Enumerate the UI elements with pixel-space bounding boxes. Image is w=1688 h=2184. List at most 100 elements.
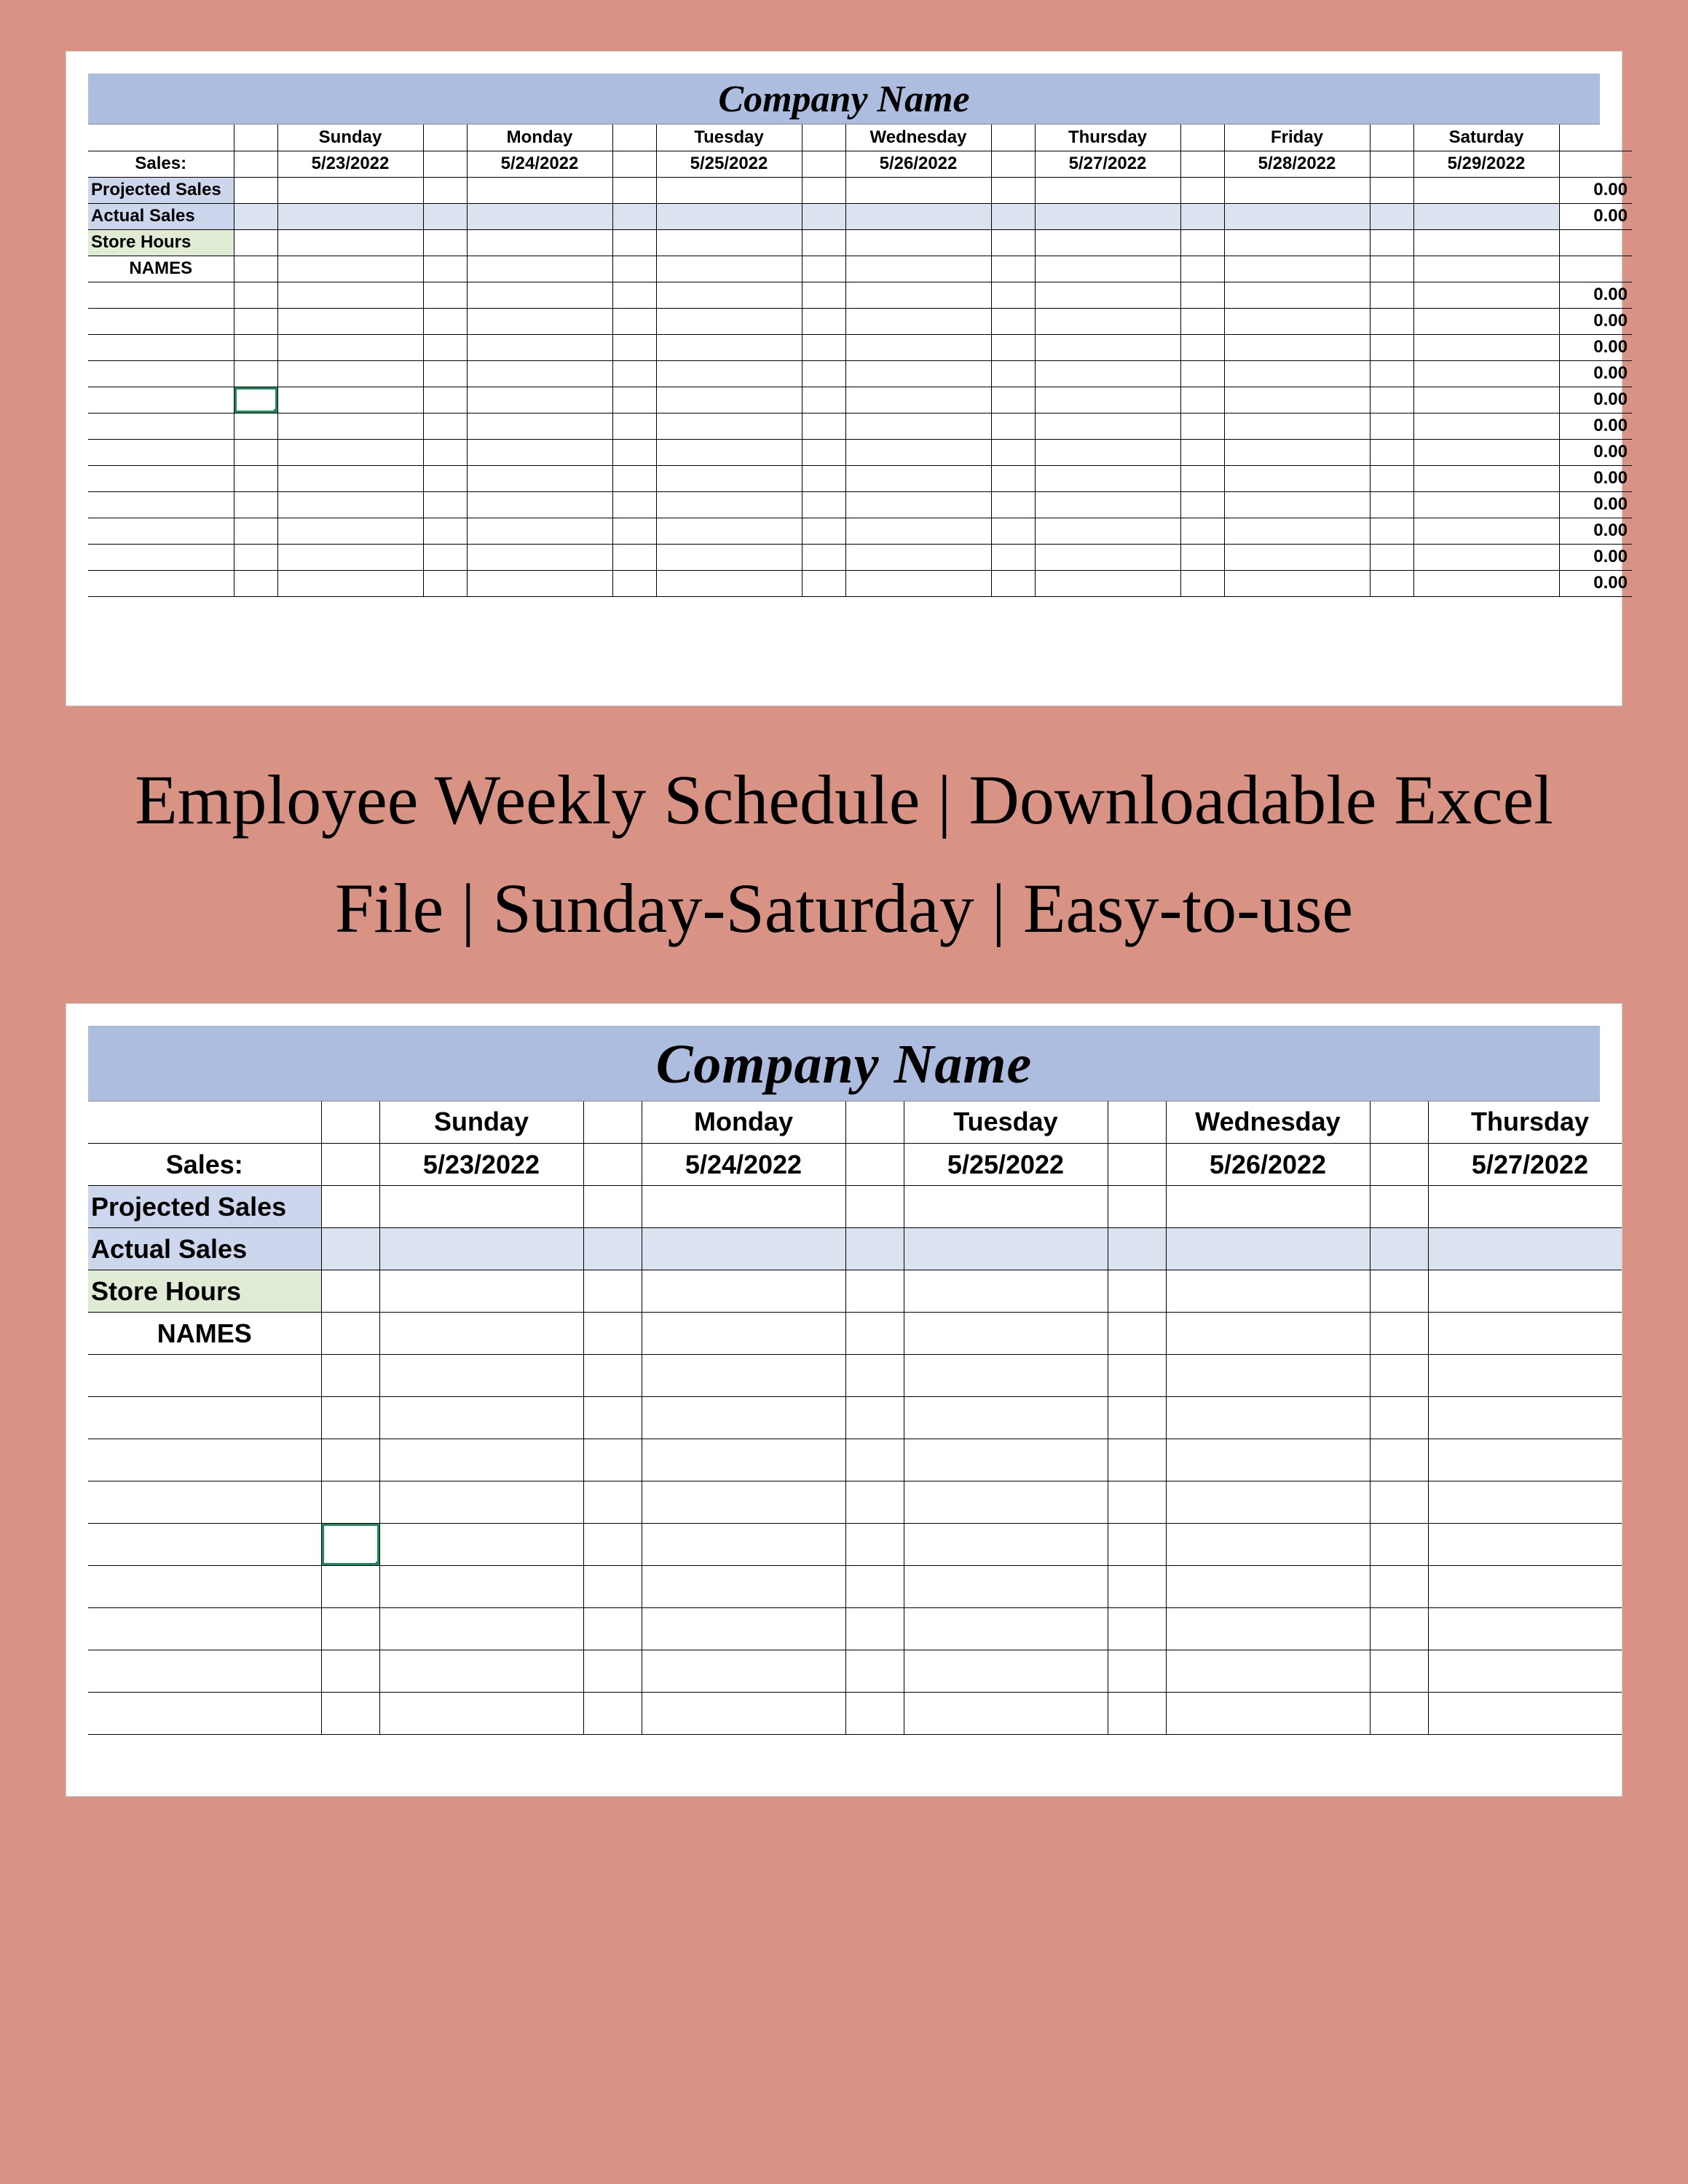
cell[interactable]	[423, 282, 467, 308]
cell[interactable]	[277, 518, 423, 544]
cell[interactable]	[1370, 518, 1413, 544]
cell[interactable]	[991, 413, 1035, 439]
cell[interactable]	[1224, 544, 1370, 570]
cell[interactable]	[612, 518, 656, 544]
cell[interactable]	[1108, 1186, 1166, 1228]
cell[interactable]	[277, 570, 423, 596]
cell[interactable]	[379, 1186, 583, 1228]
cell[interactable]	[1370, 1608, 1428, 1650]
cell[interactable]	[1035, 308, 1180, 334]
cell[interactable]	[467, 256, 612, 282]
cell[interactable]	[1428, 1397, 1622, 1439]
cell[interactable]	[845, 413, 991, 439]
cell[interactable]	[379, 1566, 583, 1608]
cell[interactable]	[1413, 177, 1559, 203]
cell[interactable]	[234, 439, 277, 465]
cell[interactable]	[1224, 256, 1370, 282]
name-cell[interactable]	[88, 1693, 321, 1735]
cell[interactable]	[1370, 1481, 1428, 1524]
cell[interactable]	[845, 544, 991, 570]
cell[interactable]	[612, 544, 656, 570]
cell[interactable]	[423, 439, 467, 465]
cell[interactable]	[234, 518, 277, 544]
cell[interactable]	[1370, 229, 1413, 256]
cell[interactable]	[234, 256, 277, 282]
cell[interactable]	[845, 1608, 904, 1650]
name-cell[interactable]	[88, 544, 234, 570]
cell[interactable]	[423, 465, 467, 491]
cell[interactable]	[1370, 1313, 1428, 1355]
cell[interactable]	[845, 334, 991, 360]
cell[interactable]	[656, 282, 802, 308]
cell[interactable]	[467, 491, 612, 518]
cell[interactable]	[1224, 491, 1370, 518]
cell[interactable]	[321, 1608, 379, 1650]
cell[interactable]	[904, 1228, 1108, 1270]
cell[interactable]	[1413, 544, 1559, 570]
cell[interactable]	[802, 518, 845, 544]
cell[interactable]	[423, 229, 467, 256]
cell[interactable]	[277, 465, 423, 491]
cell[interactable]	[467, 413, 612, 439]
cell[interactable]	[1035, 491, 1180, 518]
cell[interactable]	[277, 256, 423, 282]
cell[interactable]	[642, 1608, 845, 1650]
cell[interactable]	[991, 360, 1035, 387]
cell[interactable]	[1180, 308, 1224, 334]
cell[interactable]	[1166, 1186, 1370, 1228]
cell[interactable]	[612, 229, 656, 256]
cell[interactable]	[321, 1228, 379, 1270]
cell[interactable]	[583, 1313, 642, 1355]
cell[interactable]	[1035, 439, 1180, 465]
cell[interactable]	[1180, 518, 1224, 544]
cell[interactable]	[277, 282, 423, 308]
cell[interactable]	[802, 387, 845, 413]
cell[interactable]	[991, 387, 1035, 413]
cell[interactable]	[1370, 1270, 1428, 1313]
cell[interactable]	[845, 1566, 904, 1608]
name-cell[interactable]	[88, 518, 234, 544]
cell[interactable]	[656, 518, 802, 544]
cell[interactable]	[321, 1481, 379, 1524]
cell[interactable]	[1413, 334, 1559, 360]
cell[interactable]	[656, 177, 802, 203]
name-cell[interactable]	[88, 387, 234, 413]
cell[interactable]	[1180, 282, 1224, 308]
cell[interactable]	[467, 203, 612, 229]
cell[interactable]	[802, 413, 845, 439]
cell[interactable]	[583, 1270, 642, 1313]
cell[interactable]	[379, 1524, 583, 1566]
cell[interactable]	[1166, 1313, 1370, 1355]
cell[interactable]	[467, 439, 612, 465]
cell[interactable]	[1428, 1693, 1622, 1735]
cell[interactable]	[991, 439, 1035, 465]
cell[interactable]	[656, 570, 802, 596]
cell[interactable]	[1428, 1270, 1622, 1313]
cell[interactable]	[1428, 1608, 1622, 1650]
cell[interactable]	[423, 491, 467, 518]
cell[interactable]	[1370, 1650, 1428, 1693]
cell[interactable]	[423, 256, 467, 282]
cell[interactable]	[379, 1608, 583, 1650]
cell[interactable]	[277, 334, 423, 360]
cell[interactable]	[845, 1439, 904, 1481]
cell[interactable]	[1108, 1524, 1166, 1566]
name-cell[interactable]	[88, 334, 234, 360]
cell[interactable]	[234, 177, 277, 203]
cell[interactable]	[1224, 439, 1370, 465]
cell[interactable]	[1224, 203, 1370, 229]
cell[interactable]	[1224, 413, 1370, 439]
cell[interactable]	[1180, 413, 1224, 439]
cell[interactable]	[1370, 1228, 1428, 1270]
cell[interactable]	[467, 544, 612, 570]
cell[interactable]	[423, 308, 467, 334]
cell[interactable]	[612, 570, 656, 596]
cell[interactable]	[642, 1270, 845, 1313]
name-cell[interactable]	[88, 1355, 321, 1397]
cell[interactable]	[423, 334, 467, 360]
cell[interactable]	[612, 413, 656, 439]
cell[interactable]	[904, 1270, 1108, 1313]
cell[interactable]	[656, 544, 802, 570]
cell[interactable]	[467, 282, 612, 308]
cell[interactable]	[423, 177, 467, 203]
